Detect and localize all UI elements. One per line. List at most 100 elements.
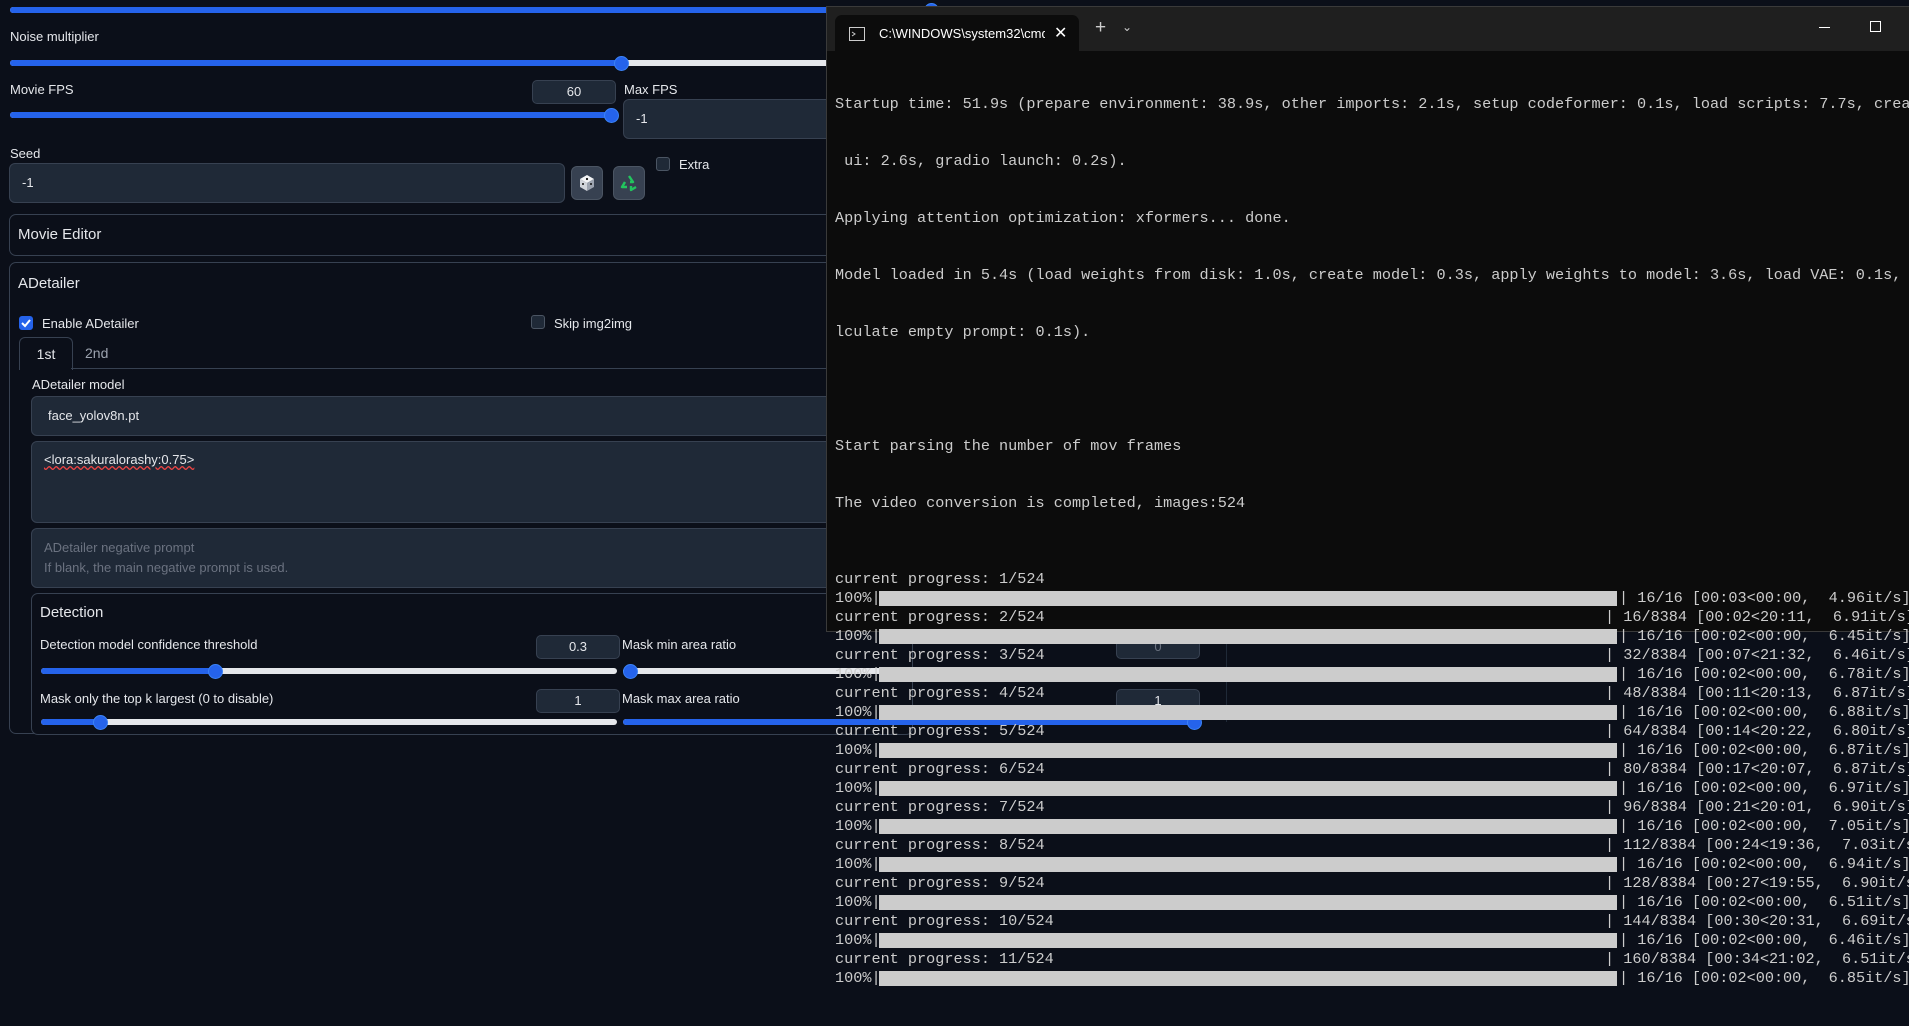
progress-label-line: current progress: 3/524 | 32/8384 [00:07<… [835, 646, 1909, 665]
movie-editor-accordion[interactable]: Movie Editor [9, 214, 911, 256]
terminal-line: Start parsing the number of mov frames [835, 437, 1182, 455]
progress-percent: 100%| [835, 817, 881, 835]
tab-2nd[interactable]: 2nd [85, 345, 108, 361]
movie-editor-title: Movie Editor [18, 226, 102, 243]
top-k-label: Mask only the top k largest (0 to disabl… [40, 691, 274, 706]
mask-max-label: Mask max area ratio [622, 691, 740, 706]
progress-percent: 100%| [835, 627, 881, 645]
terminal-line: lculate empty prompt: 0.1s). [835, 323, 1091, 341]
progress-bar [879, 857, 1617, 872]
progress-stats: | 16/16 [00:03<00:00, 4.96it/s] [1619, 589, 1909, 607]
progress-stats: | 16/8384 [00:02<20:11, 6.91it/s] [1605, 608, 1909, 626]
progress-label-line: current progress: 1/524 [835, 570, 1909, 589]
adetailer-prompt-textarea[interactable]: <lora:sakuralorashy:0.75> [31, 441, 911, 523]
progress-bar [879, 933, 1617, 948]
top-k-input[interactable]: 1 [536, 689, 620, 713]
progress-bar [879, 591, 1617, 606]
confidence-slider[interactable] [41, 664, 617, 679]
seed-value: -1 [22, 175, 34, 190]
reuse-seed-button[interactable] [613, 166, 645, 200]
noise-multiplier-label: Noise multiplier [10, 29, 99, 44]
progress-bar-line: 100%| | 16/16 [00:02<00:00, 6.78it/s] [835, 665, 1909, 684]
progress-percent: 100%| [835, 741, 881, 759]
progress-label-line: current progress: 9/524 | 128/8384 [00:27… [835, 874, 1909, 893]
progress-bar [879, 743, 1617, 758]
progress-stats: | 64/8384 [00:14<20:22, 6.80it/s] [1605, 722, 1909, 740]
terminal-line: ui: 2.6s, gradio launch: 0.2s). [835, 152, 1127, 170]
progress-percent: 100%| [835, 931, 881, 949]
progress-stats: | 16/16 [00:02<00:00, 6.85it/s] [1619, 969, 1909, 987]
progress-bar-line: 100%| | 16/16 [00:02<00:00, 7.05it/s] [835, 817, 1909, 836]
terminal-window[interactable]: C:\WINDOWS\system32\cmd.exe ✕ + ⌄ Startu… [826, 6, 1909, 987]
new-tab-icon[interactable]: + [1095, 17, 1106, 39]
chevron-down-icon[interactable]: ⌄ [1122, 20, 1132, 34]
progress-stats: | 112/8384 [00:24<19:36, 7.03it/s] [1605, 836, 1909, 854]
extra-label: Extra [679, 157, 710, 172]
progress-label: current progress: 7/524 [835, 798, 1045, 816]
progress-bar [879, 819, 1617, 834]
progress-bar [879, 629, 1617, 644]
tab-2nd-label: 2nd [85, 345, 109, 361]
adetailer-negative-prompt-textarea[interactable]: ADetailer negative prompt If blank, the … [31, 528, 911, 588]
checkmark-icon [21, 319, 31, 328]
enable-adetailer-checkbox[interactable] [19, 316, 33, 330]
maximize-icon[interactable] [1870, 21, 1881, 32]
seed-input[interactable]: -1 [9, 163, 565, 203]
progress-label-line: current progress: 11/524 | 160/8384 [00:3… [835, 950, 1909, 969]
confidence-label: Detection model confidence threshold [40, 637, 258, 652]
progress-percent: 100%| [835, 969, 881, 987]
progress-label: current progress: 3/524 [835, 646, 1045, 664]
terminal-tab[interactable]: C:\WINDOWS\system32\cmd.exe ✕ [835, 15, 1079, 51]
progress-stats: | 16/16 [00:02<00:00, 6.87it/s] [1619, 741, 1909, 759]
progress-stats: | 144/8384 [00:30<20:31, 6.69it/s] [1605, 912, 1909, 930]
skip-img2img-checkbox[interactable] [531, 315, 545, 329]
minimize-icon[interactable] [1819, 27, 1830, 28]
progress-percent: 100%| [835, 779, 881, 797]
progress-stats: | 128/8384 [00:27<19:55, 6.90it/s] [1605, 874, 1909, 892]
max-fps-value: -1 [636, 111, 648, 126]
progress-label: current progress: 8/524 [835, 836, 1045, 854]
extra-checkbox[interactable] [656, 157, 670, 171]
skip-img2img-label: Skip img2img [554, 316, 633, 331]
terminal-line: Model loaded in 5.4s (load weights from … [835, 266, 1909, 284]
top-k-slider[interactable] [41, 715, 617, 730]
progress-stats: | 16/16 [00:02<00:00, 6.51it/s] [1619, 893, 1909, 911]
tab-1st[interactable]: 1st [19, 337, 73, 370]
progress-bar-line: 100%| | 16/16 [00:02<00:00, 6.85it/s] [835, 969, 1909, 988]
progress-percent: 100%| [835, 665, 881, 683]
progress-bar-line: 100%| | 16/16 [00:02<00:00, 6.51it/s] [835, 893, 1909, 912]
progress-label: current progress: 2/524 [835, 608, 1045, 626]
progress-label-line: current progress: 10/524 | 144/8384 [00:3… [835, 912, 1909, 931]
max-fps-label: Max FPS [624, 82, 678, 97]
progress-label: current progress: 10/524 [835, 912, 1054, 930]
max-fps-input[interactable]: -1 [623, 99, 833, 139]
progress-label: current progress: 9/524 [835, 874, 1045, 892]
terminal-titlebar[interactable]: C:\WINDOWS\system32\cmd.exe ✕ + ⌄ [827, 7, 1909, 51]
progress-label-line: current progress: 8/524 | 112/8384 [00:24… [835, 836, 1909, 855]
progress-bar-line: 100%| | 16/16 [00:02<00:00, 6.94it/s] [835, 855, 1909, 874]
progress-bar-line: 100%| | 16/16 [00:02<00:00, 6.88it/s] [835, 703, 1909, 722]
movie-fps-input[interactable]: 60 [532, 80, 616, 104]
progress-stats: | 48/8384 [00:11<20:13, 6.87it/s] [1605, 684, 1909, 702]
progress-bar [879, 705, 1617, 720]
progress-percent: 100%| [835, 855, 881, 873]
adetailer-prompt-value: <lora:sakuralorashy:0.75> [44, 452, 195, 467]
mask-min-label: Mask min area ratio [622, 637, 737, 652]
progress-bar-line: 100%| | 16/16 [00:03<00:00, 4.96it/s] [835, 589, 1909, 608]
confidence-input[interactable]: 0.3 [536, 635, 620, 659]
progress-stats: | 16/16 [00:02<00:00, 6.94it/s] [1619, 855, 1909, 873]
tab-1st-label: 1st [36, 346, 56, 362]
progress-bar-line: 100%| | 16/16 [00:02<00:00, 6.87it/s] [835, 741, 1909, 760]
progress-label: current progress: 5/524 [835, 722, 1045, 740]
progress-stats: | 80/8384 [00:17<20:07, 6.87it/s] [1605, 760, 1909, 778]
progress-stats: | 160/8384 [00:34<21:02, 6.51it/s] [1605, 950, 1909, 968]
adetailer-model-select[interactable]: face_yolov8n.pt [31, 396, 911, 436]
movie-fps-slider[interactable] [10, 108, 619, 123]
random-seed-button[interactable] [571, 166, 603, 200]
progress-stats: | 16/16 [00:02<00:00, 6.78it/s] [1619, 665, 1909, 683]
progress-label: current progress: 4/524 [835, 684, 1045, 702]
adetailer-title: ADetailer [18, 275, 80, 292]
terminal-line: Applying attention optimization: xformer… [835, 209, 1291, 227]
close-tab-icon[interactable]: ✕ [1054, 23, 1067, 43]
progress-stats: | 16/16 [00:02<00:00, 6.45it/s] [1619, 627, 1909, 645]
